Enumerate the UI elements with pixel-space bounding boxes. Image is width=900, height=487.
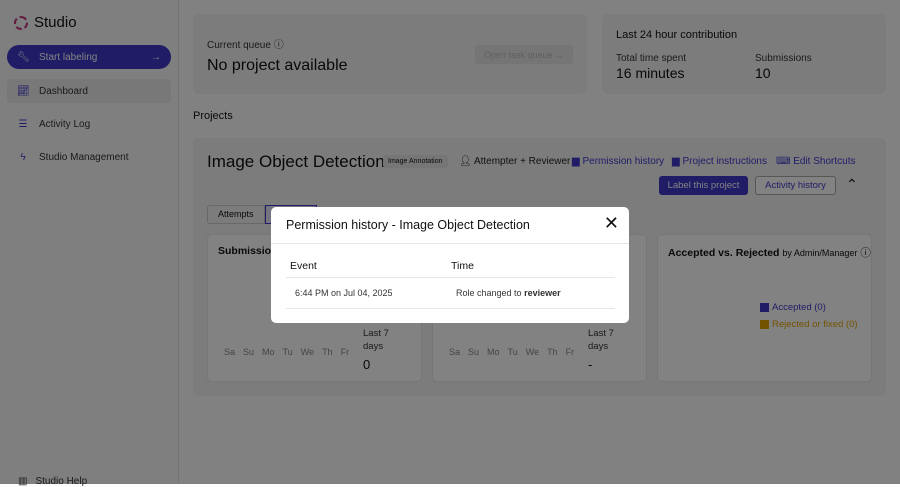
modal-title: Permission history - Image Object Detect… (286, 218, 530, 232)
event-cell: 6:44 PM on Jul 04, 2025 (295, 288, 393, 298)
column-header-event: Event (290, 260, 317, 272)
divider (271, 243, 629, 244)
time-cell: Role changed to reviewer (456, 288, 561, 298)
table-row: 6:44 PM on Jul 04, 2025 Role changed to … (286, 277, 615, 309)
close-icon[interactable]: ✕ (604, 213, 619, 234)
permission-history-modal: Permission history - Image Object Detect… (271, 207, 629, 323)
column-header-time: Time (451, 260, 474, 272)
